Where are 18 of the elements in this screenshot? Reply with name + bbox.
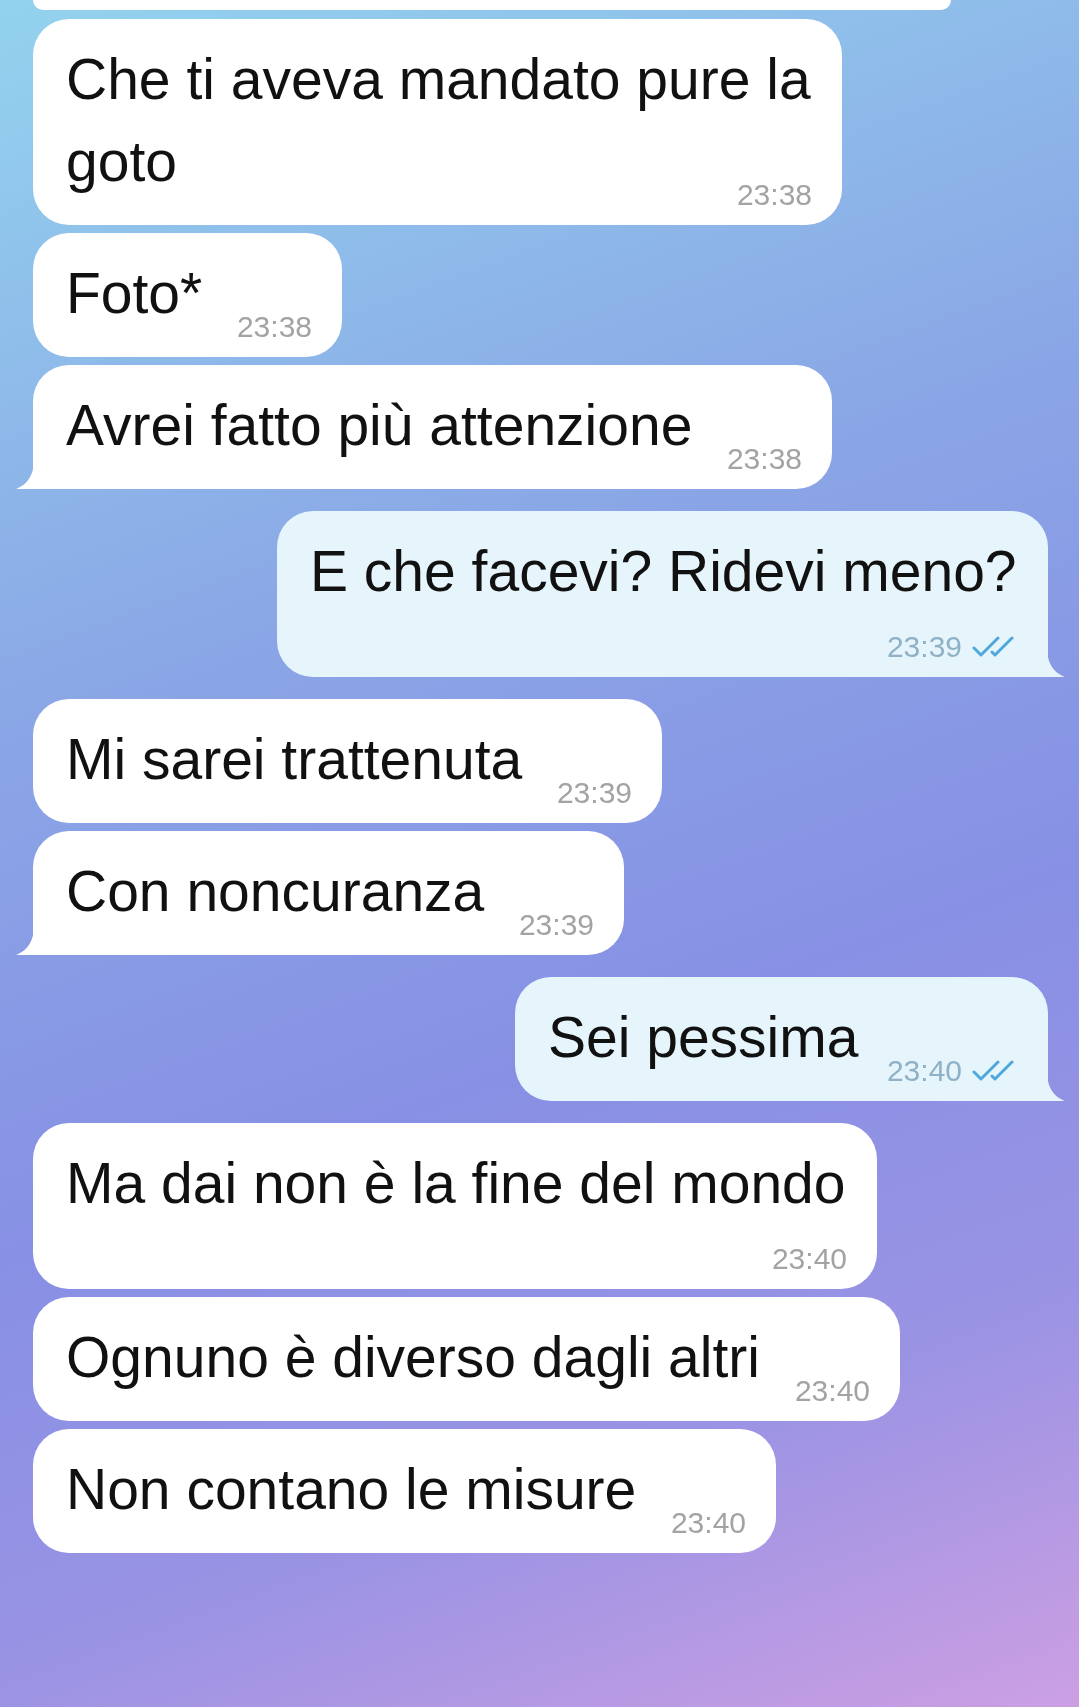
message-text: E che facevi? Ridevi meno? [310, 539, 1017, 603]
message-text: Mi sarei trattenuta [66, 727, 523, 791]
message-text: Con noncuranza [66, 859, 485, 923]
message-time: 23:39 [518, 910, 594, 940]
message-time: 23:40 [794, 1376, 870, 1406]
message-text: Avrei fatto più attenzione [66, 393, 693, 457]
message-time: 23:38 [726, 444, 802, 474]
message-text: Non contano le misure [66, 1457, 637, 1521]
message-time: 23:40 [886, 1056, 962, 1086]
message-text: Ognuno è diverso dagli altri [66, 1325, 760, 1389]
message-text: Foto* [66, 261, 203, 325]
message-time: 23:39 [886, 632, 962, 662]
message-text: Sei pessima [548, 1005, 859, 1069]
message-time: 23:38 [236, 312, 312, 342]
message-time: 23:39 [556, 778, 632, 808]
message-time: 23:40 [670, 1508, 746, 1538]
message-time: 23:40 [771, 1244, 847, 1274]
message-text: Ma dai non è la fine del mondo [66, 1151, 846, 1215]
